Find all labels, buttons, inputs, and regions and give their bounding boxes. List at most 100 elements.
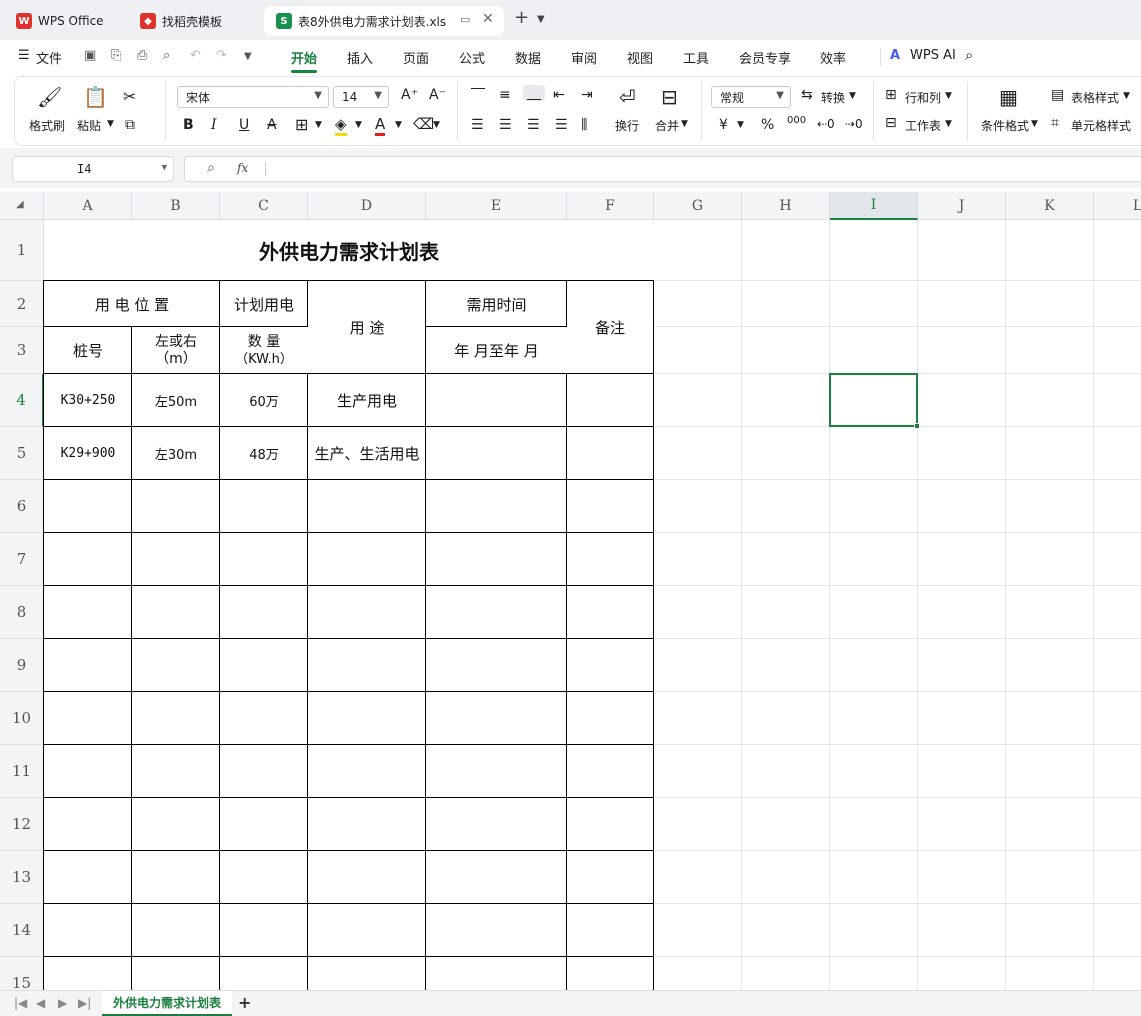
tab-wps-office[interactable]: W WPS Office [4, 6, 124, 36]
menu-formula[interactable]: 公式 [459, 48, 485, 67]
new-tab-icon[interactable]: + [514, 7, 529, 28]
tab-docer[interactable]: ◆ 找稻壳模板 [128, 6, 260, 36]
cell-f7[interactable] [566, 532, 654, 586]
cell-a4[interactable]: K30+250 [43, 373, 132, 427]
chevron-down-icon[interactable]: ▼ [162, 163, 167, 173]
cell-f12[interactable] [566, 797, 654, 851]
row-header-12[interactable]: 12 [0, 798, 44, 851]
column-header-g[interactable]: G [654, 192, 742, 220]
align-right-icon[interactable]: ☰ [527, 117, 540, 133]
cell-b7[interactable] [131, 532, 220, 586]
cell-a15[interactable] [43, 956, 132, 990]
row-header-2[interactable]: 2 [0, 281, 44, 327]
column-header-k[interactable]: K [1006, 192, 1094, 220]
chevron-down-icon[interactable]: ▼ [355, 120, 362, 130]
formula-input[interactable]: ⌕ fx [184, 156, 1141, 182]
column-header-a[interactable]: A [44, 192, 132, 220]
cell-d6[interactable] [307, 479, 426, 533]
cell-b8[interactable] [131, 585, 220, 639]
font-color-icon[interactable]: A [375, 115, 386, 136]
italic-button[interactable]: I [211, 117, 217, 133]
cell-e4[interactable] [425, 373, 567, 427]
header-time-range[interactable]: 年 月至年 月 [425, 326, 567, 374]
underline-button[interactable]: U [239, 117, 249, 133]
header-time[interactable]: 需用时间 [425, 280, 567, 327]
align-bottom-icon[interactable]: ⎽ [523, 85, 545, 101]
cell-a11[interactable] [43, 744, 132, 798]
sheet-tab-active[interactable]: 外供电力需求计划表 [102, 991, 232, 1016]
row-header-5[interactable]: 5 [0, 427, 44, 480]
format-painter-button[interactable]: 格式刷 [29, 117, 65, 134]
menu-review[interactable]: 审阅 [571, 48, 597, 67]
save-icon[interactable]: ▣ [84, 48, 96, 63]
wps-ai-button[interactable]: WPS AI [910, 48, 956, 63]
add-sheet-button[interactable]: + [238, 993, 251, 1012]
cell-e7[interactable] [425, 532, 567, 586]
menu-page[interactable]: 页面 [403, 48, 429, 67]
cell-b11[interactable] [131, 744, 220, 798]
column-header-b[interactable]: B [132, 192, 220, 220]
column-header-l[interactable]: L [1094, 192, 1141, 220]
strikethrough-button[interactable]: A [267, 117, 277, 133]
cell-d12[interactable] [307, 797, 426, 851]
header-plan[interactable]: 计划用电 [219, 280, 308, 327]
cell-c8[interactable] [219, 585, 308, 639]
cell-b13[interactable] [131, 850, 220, 904]
decrease-font-icon[interactable]: A⁻ [429, 87, 446, 103]
cell-b14[interactable] [131, 903, 220, 957]
cell-f15[interactable] [566, 956, 654, 990]
justify-icon[interactable]: ☰ [555, 117, 568, 133]
cell-d15[interactable] [307, 956, 426, 990]
cell-a6[interactable] [43, 479, 132, 533]
cell-e14[interactable] [425, 903, 567, 957]
cell-c6[interactable] [219, 479, 308, 533]
chevron-down-icon[interactable]: ▼ [107, 119, 114, 129]
menu-home[interactable]: 开始 [291, 48, 318, 73]
cell-a13[interactable] [43, 850, 132, 904]
cell-e8[interactable] [425, 585, 567, 639]
convert-button[interactable]: 转换 [821, 89, 845, 106]
cell-d11[interactable] [307, 744, 426, 798]
cell-f4[interactable] [566, 373, 654, 427]
clear-format-icon[interactable]: ⌫ [413, 115, 434, 133]
cell-d14[interactable] [307, 903, 426, 957]
font-size-select[interactable]: 14 ▼ [333, 86, 389, 108]
active-cell-i4[interactable] [829, 373, 920, 429]
decrease-indent-icon[interactable]: ⇤ [553, 87, 565, 103]
align-top-icon[interactable]: ⎺ [471, 87, 485, 103]
currency-button[interactable]: ¥ [719, 117, 728, 133]
cell-e6[interactable] [425, 479, 567, 533]
cell-d7[interactable] [307, 532, 426, 586]
decrease-decimal-icon[interactable]: ⇢0 [845, 117, 863, 131]
row-header-13[interactable]: 13 [0, 851, 44, 904]
cell-b4[interactable]: 左50m [131, 373, 220, 427]
next-sheet-icon[interactable]: ▶ [58, 996, 67, 1010]
fill-handle[interactable] [914, 423, 920, 429]
cell-c11[interactable] [219, 744, 308, 798]
cell-e11[interactable] [425, 744, 567, 798]
cell-d10[interactable] [307, 691, 426, 745]
cell-c4[interactable]: 60万 [219, 373, 308, 427]
align-center-icon[interactable]: ☰ [499, 117, 512, 133]
header-side[interactable]: 左或右 （m） [131, 326, 220, 374]
prev-sheet-icon[interactable]: ◀ [36, 996, 45, 1010]
cell-b15[interactable] [131, 956, 220, 990]
row-header-15[interactable]: 15 [0, 957, 44, 990]
font-name-select[interactable]: 宋体 ▼ [177, 86, 329, 108]
last-sheet-icon[interactable]: ▶| [78, 996, 91, 1010]
cell-f10[interactable] [566, 691, 654, 745]
cell-f13[interactable] [566, 850, 654, 904]
chevron-down-icon[interactable]: ▼ [681, 119, 688, 129]
menu-view[interactable]: 视图 [627, 48, 653, 67]
menu-tools[interactable]: 工具 [683, 48, 709, 67]
row-header-10[interactable]: 10 [0, 692, 44, 745]
chevron-down-icon[interactable]: ▼ [433, 120, 440, 130]
chevron-down-icon[interactable]: ▼ [1123, 91, 1130, 101]
align-left-icon[interactable]: ☰ [471, 117, 484, 133]
header-pile[interactable]: 桩号 [43, 326, 132, 374]
chevron-down-icon[interactable]: ▼ [945, 119, 952, 129]
row-header-14[interactable]: 14 [0, 904, 44, 957]
percent-button[interactable]: % [761, 117, 774, 133]
monitor-icon[interactable]: ▭ [460, 13, 470, 26]
cell-d5[interactable]: 生产、生活用电 [307, 426, 426, 480]
